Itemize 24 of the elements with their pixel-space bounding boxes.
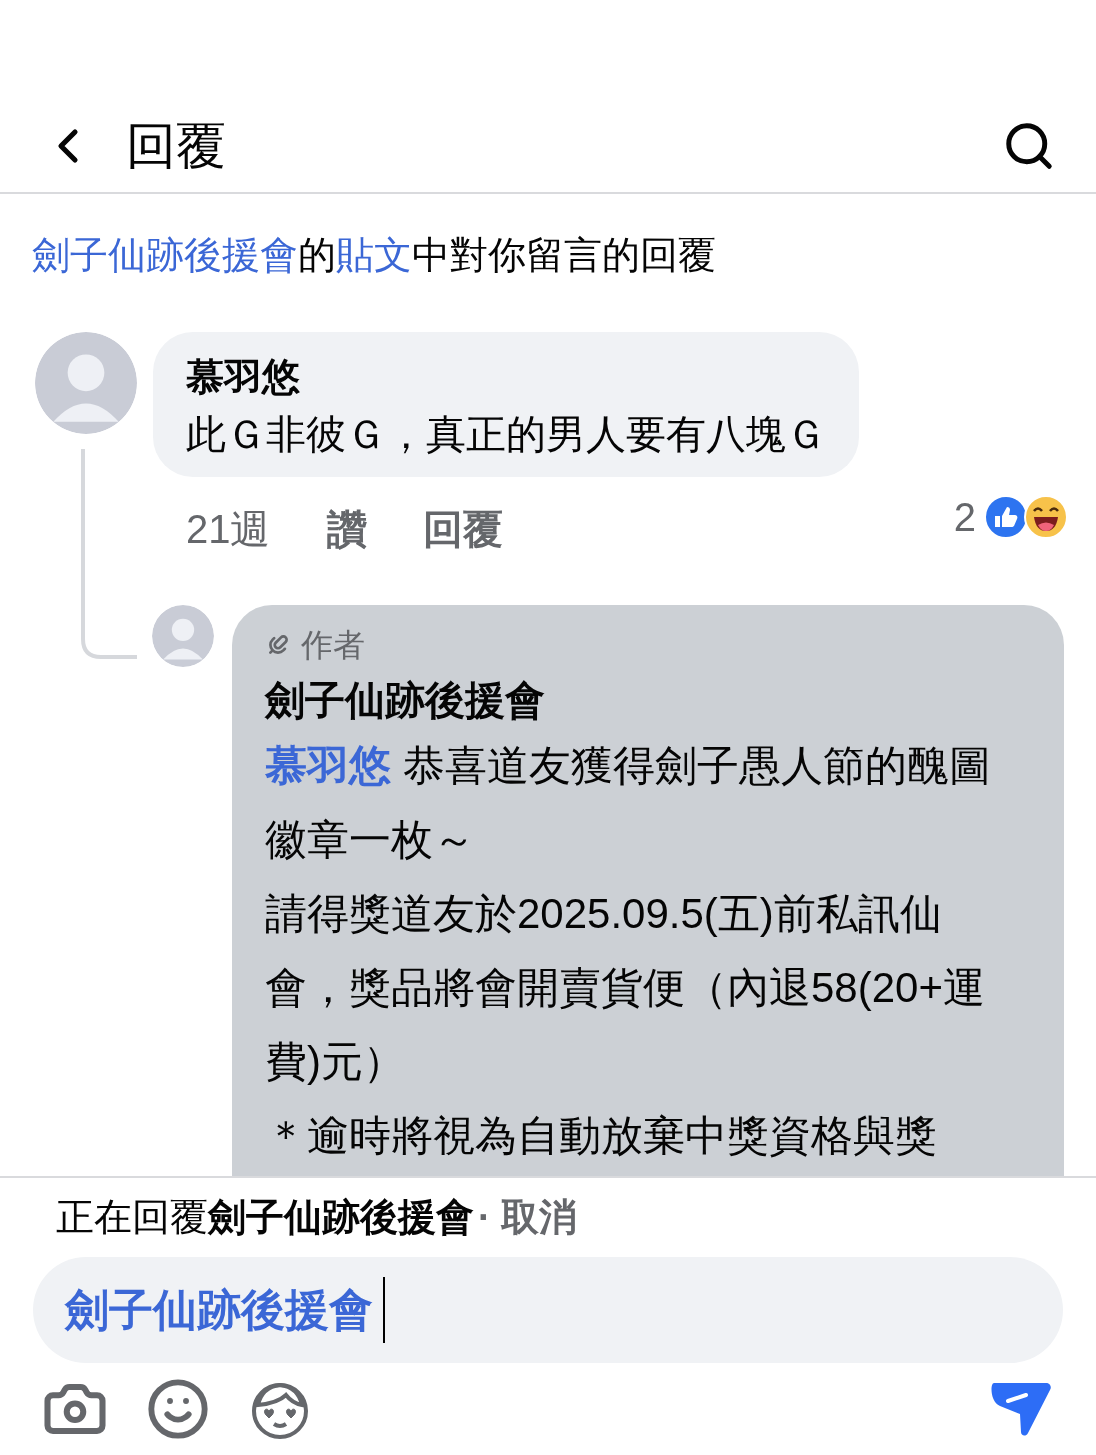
comment-field[interactable]: 劍子仙跡後援會 [33,1257,1063,1363]
like-link[interactable]: 讚 [326,499,367,559]
post-link[interactable]: 貼文 [336,234,412,276]
reply-text: ＊逾時將視為自動放棄中獎資格與獎 [265,1111,938,1161]
comment-author[interactable]: 慕羽悠 [186,353,826,401]
comment-text: 此Ｇ非彼Ｇ，真正的男人要有八塊Ｇ [186,411,826,458]
reply-link[interactable]: 回覆 [422,499,503,559]
page-link[interactable]: 劍子仙跡後援會 [32,234,298,276]
reply-text: 請得獎道友於2025.09.5(五)前私訊仙會，獎品將會開賣貨便（內退58(20+運費)元） [265,889,986,1087]
emoji-icon[interactable] [146,1377,210,1441]
laughing-reaction-icon[interactable] [1024,495,1068,539]
author-label: 作者 [301,626,365,665]
replying-label: 正在回覆 [56,1195,208,1238]
page-title: 回覆 [126,121,226,171]
context-text: 的 [298,234,336,276]
mention-link[interactable]: 慕羽悠 [265,742,391,789]
reply-text: 慕羽悠 恭喜道友獲得劍子愚人節的醜圖徽章一枚～ [265,741,992,865]
cancel-link[interactable]: · 取消 [478,1193,578,1241]
like-reaction-icon[interactable] [984,495,1028,539]
reply-author[interactable]: 劍子仙跡後援會 [265,675,994,725]
reaction-count: 2 [953,494,976,541]
replying-name: 劍子仙跡後援會 [208,1195,474,1238]
context-text: 中對你留言的回覆 [412,234,716,276]
comment-time: 21週 [186,506,271,553]
